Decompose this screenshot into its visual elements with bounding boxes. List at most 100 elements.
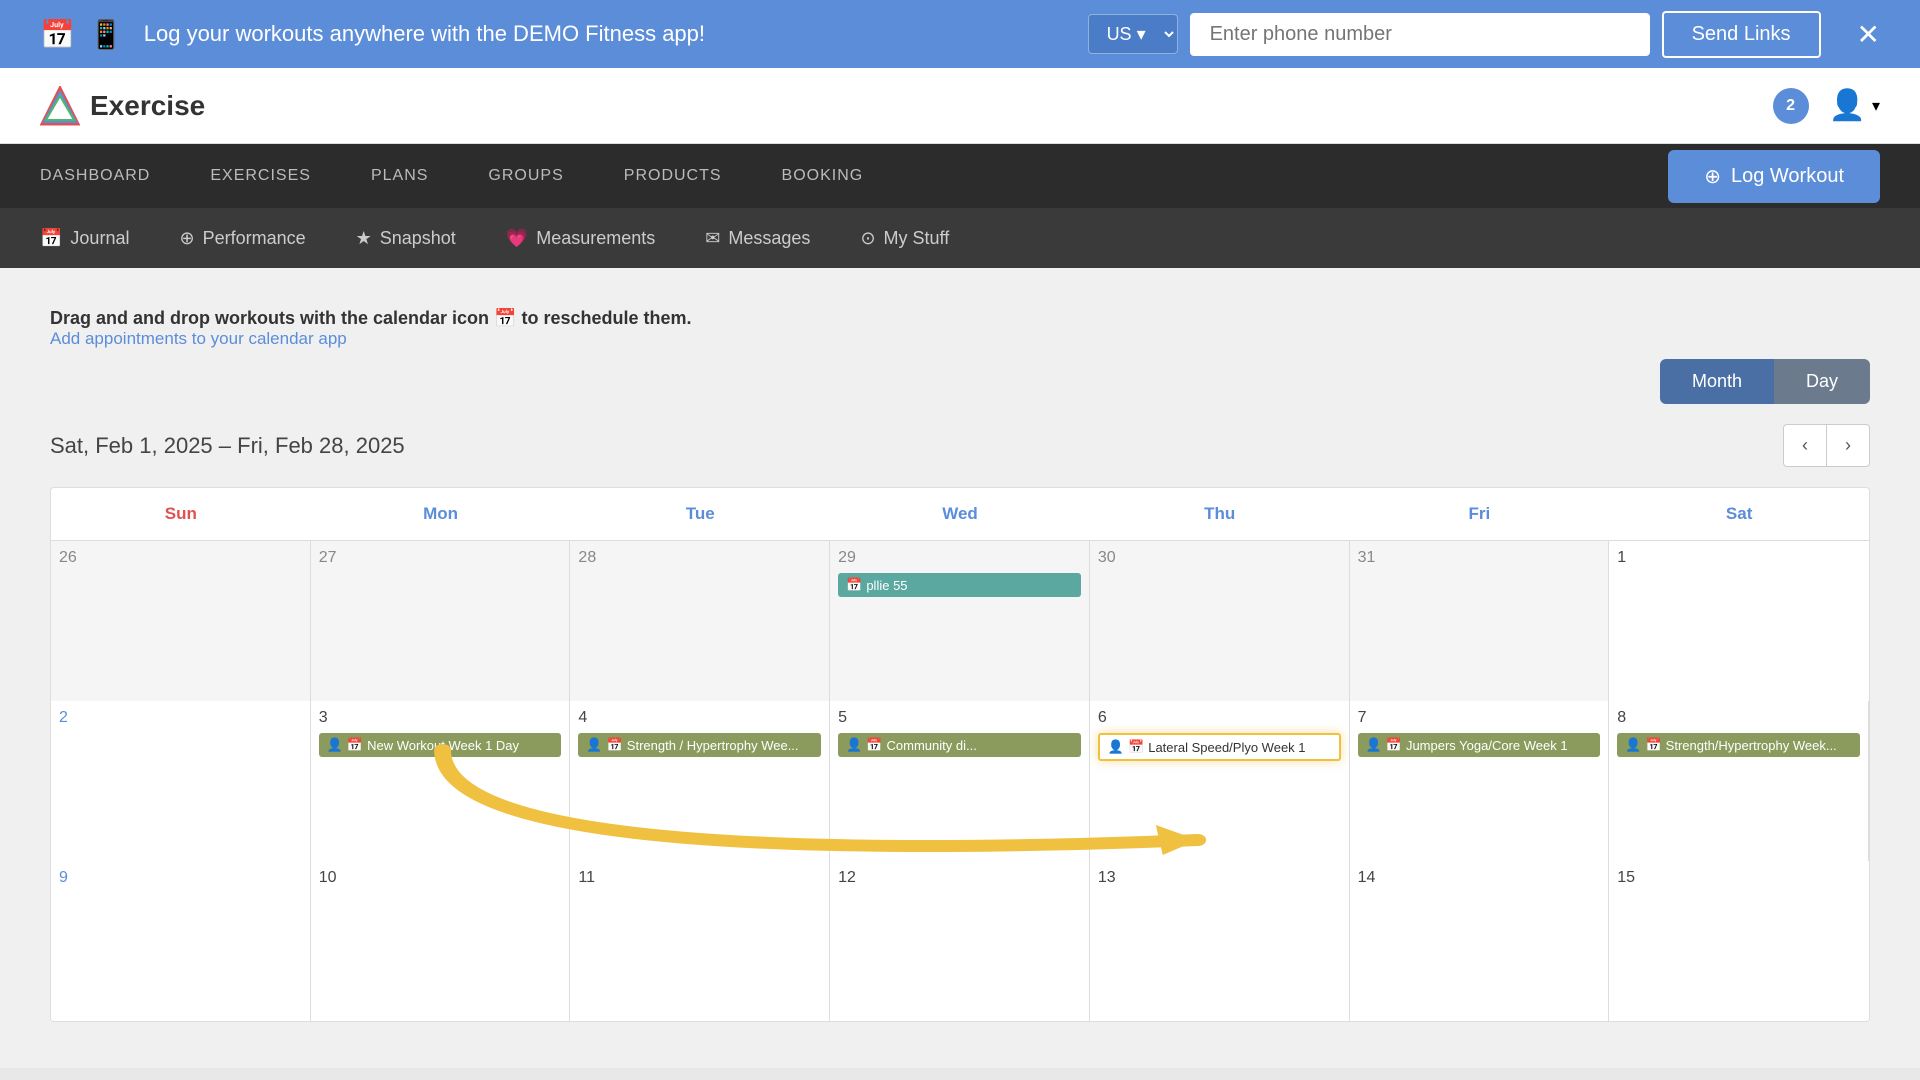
close-banner-button[interactable]: ✕: [1857, 18, 1880, 51]
header-sat: Sat: [1609, 488, 1869, 540]
subnav-my-stuff[interactable]: ⊙ My Stuff: [860, 228, 949, 249]
user-icon: 👤: [1108, 739, 1124, 755]
next-month-button[interactable]: ›: [1826, 424, 1870, 467]
cell-feb12: 12: [830, 861, 1090, 1021]
subnav-snapshot-label: Snapshot: [380, 228, 456, 249]
avatar-icon: 👤: [1829, 88, 1866, 123]
workout-label: Lateral Speed/Plyo Week 1: [1148, 740, 1305, 755]
date-range-row: Sat, Feb 1, 2025 – Fri, Feb 28, 2025 ‹ ›: [50, 424, 1870, 467]
workout-label: Jumpers Yoga/Core Week 1: [1406, 738, 1568, 753]
cell-feb13: 13: [1090, 861, 1350, 1021]
nav-dashboard[interactable]: DASHBOARD: [40, 159, 150, 193]
subnav-messages[interactable]: ✉ Messages: [705, 228, 810, 249]
cell-feb5: 5 👤 📅 Community di...: [830, 701, 1090, 861]
subnav-snapshot[interactable]: ★ Snapshot: [356, 228, 456, 249]
star-icon: ★: [356, 228, 372, 249]
top-banner: 📅 📱 Log your workouts anywhere with the …: [0, 0, 1920, 68]
main-nav: DASHBOARD EXERCISES PLANS GROUPS PRODUCT…: [0, 144, 1920, 208]
nav-booking[interactable]: BOOKING: [782, 159, 864, 193]
date-label: 6: [1098, 709, 1341, 727]
plus-circle-icon: ⊕: [1704, 164, 1721, 189]
cell-jan28: 28: [570, 541, 830, 701]
workout-label: Strength / Hypertrophy Wee...: [627, 738, 799, 753]
header-right: 2 👤 ▾: [1773, 88, 1880, 124]
date-label: 13: [1098, 869, 1341, 887]
cell-feb15: 15: [1609, 861, 1869, 1021]
header-mon: Mon: [311, 488, 571, 540]
subnav-journal[interactable]: 📅 Journal: [40, 228, 129, 249]
calendar-small-icon: 📅: [1128, 739, 1144, 755]
workout-pill-feb5[interactable]: 👤 📅 Community di...: [838, 733, 1081, 757]
subnav-performance[interactable]: ⊕ Performance: [179, 228, 305, 249]
user-icon: 👤: [1366, 737, 1382, 753]
cell-jan29: 29 📅 pllie 55: [830, 541, 1090, 701]
performance-icon: ⊕: [179, 228, 194, 249]
cell-feb3: 3 👤 📅 New Workout Week 1 Day: [311, 701, 571, 861]
cell-jan31: 31: [1350, 541, 1610, 701]
calendar-row-1: 26 27 28 29 📅 pllie 55 30: [51, 541, 1869, 701]
header-fri: Fri: [1350, 488, 1610, 540]
workout-pill-feb4[interactable]: 👤 📅 Strength / Hypertrophy Wee...: [578, 733, 821, 757]
chevron-down-icon: ▾: [1872, 96, 1880, 116]
date-label: 28: [578, 549, 821, 567]
sub-nav: 📅 Journal ⊕ Performance ★ Snapshot 💗 Mea…: [0, 208, 1920, 268]
send-links-button[interactable]: Send Links: [1662, 11, 1821, 58]
cell-feb7: 7 👤 📅 Jumpers Yoga/Core Week 1: [1350, 701, 1610, 861]
drag-info-text: Drag and and drop workouts with the cale…: [50, 308, 1870, 329]
prev-month-button[interactable]: ‹: [1783, 424, 1826, 467]
workout-pill-feb3[interactable]: 👤 📅 New Workout Week 1 Day: [319, 733, 562, 757]
date-label: 31: [1358, 549, 1601, 567]
phone-icon: 📱: [89, 18, 124, 51]
notification-badge[interactable]: 2: [1773, 88, 1809, 124]
date-label: 5: [838, 709, 1081, 727]
logo: Exercise: [40, 86, 205, 126]
calendar-icon: 📅: [40, 18, 75, 51]
cell-feb1: 1: [1609, 541, 1869, 701]
nav-groups[interactable]: GROUPS: [488, 159, 563, 193]
workout-label: Community di...: [887, 738, 977, 753]
calendar-small-icon: 📅: [607, 737, 623, 753]
user-avatar[interactable]: 👤 ▾: [1829, 88, 1880, 123]
header-thu: Thu: [1090, 488, 1350, 540]
cell-feb9: 9: [51, 861, 311, 1021]
log-workout-button[interactable]: ⊕ Log Workout: [1668, 150, 1880, 203]
date-label: 10: [319, 869, 562, 887]
content-area: Drag and and drop workouts with the cale…: [0, 268, 1920, 1068]
header-sun: Sun: [51, 488, 311, 540]
mail-icon: ✉: [705, 228, 720, 249]
nav-plans[interactable]: PLANS: [371, 159, 428, 193]
date-label: 1: [1617, 549, 1861, 567]
nav-exercises[interactable]: EXERCISES: [210, 159, 311, 193]
header: Exercise 2 👤 ▾: [0, 68, 1920, 144]
calendar-small-icon: 📅: [866, 737, 882, 753]
drag-info: Drag and and drop workouts with the cale…: [50, 308, 1870, 349]
subnav-measurements[interactable]: 💗 Measurements: [506, 228, 655, 249]
day-view-button[interactable]: Day: [1774, 359, 1870, 404]
cell-feb10: 10: [311, 861, 571, 1021]
circle-icon: ⊙: [860, 228, 875, 249]
cell-jan30: 30: [1090, 541, 1350, 701]
subnav-messages-label: Messages: [728, 228, 810, 249]
calendar-controls: Month Day: [50, 359, 1870, 404]
cell-feb2: 2: [51, 701, 311, 861]
workout-pill[interactable]: 📅 pllie 55: [838, 573, 1081, 597]
month-view-button[interactable]: Month: [1660, 359, 1774, 404]
user-icon: 👤: [1625, 737, 1641, 753]
phone-input[interactable]: [1190, 13, 1650, 56]
nav-products[interactable]: PRODUCTS: [624, 159, 722, 193]
country-select[interactable]: US ▾: [1088, 14, 1178, 54]
banner-icons: 📅 📱: [40, 18, 124, 51]
add-appointments-link[interactable]: Add appointments to your calendar app: [50, 329, 347, 348]
heart-icon: 💗: [506, 228, 528, 249]
workout-label: pllie 55: [866, 578, 907, 593]
date-label: 12: [838, 869, 1081, 887]
date-label: 15: [1617, 869, 1861, 887]
workout-pill-feb6-highlighted[interactable]: 👤 📅 Lateral Speed/Plyo Week 1: [1098, 733, 1341, 761]
cell-jan26: 26: [51, 541, 311, 701]
workout-pill-feb8[interactable]: 👤 📅 Strength/Hypertrophy Week...: [1617, 733, 1860, 757]
user-icon: 👤: [327, 737, 343, 753]
calendar-small-icon: 📅: [1645, 737, 1661, 753]
date-label: 30: [1098, 549, 1341, 567]
subnav-measurements-label: Measurements: [536, 228, 655, 249]
workout-pill-feb7[interactable]: 👤 📅 Jumpers Yoga/Core Week 1: [1358, 733, 1601, 757]
